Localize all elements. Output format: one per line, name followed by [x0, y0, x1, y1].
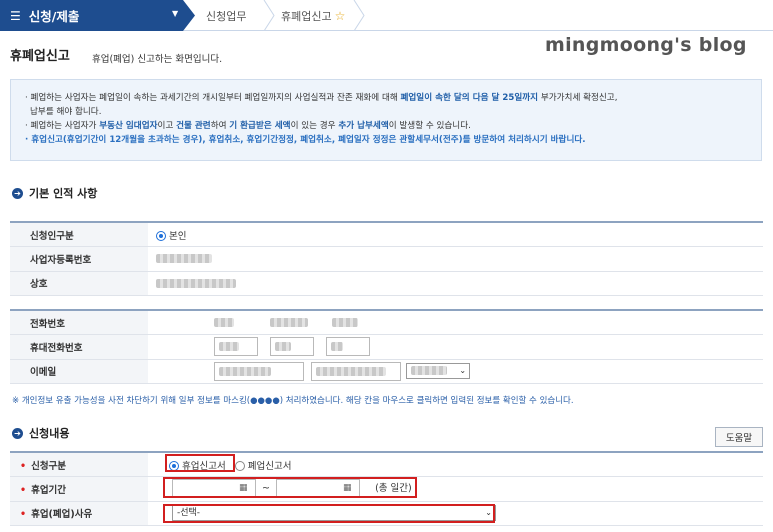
breadcrumb-separator-icon — [263, 0, 275, 31]
table-row: • 신청구분 휴업신고서 폐업신고서 — [10, 452, 763, 478]
menu-label: 신청/제출 — [28, 9, 80, 24]
email-inputs[interactable]: ⌄ — [148, 359, 763, 385]
table-row: 전화번호 — [10, 310, 763, 336]
radio-unselected-icon[interactable] — [234, 461, 245, 472]
apply-section-header: ➔ 신청내용 — [12, 425, 69, 441]
notice-line-1: · 폐업하는 사업자는 폐업일이 속하는 과세기간의 개시일부터 폐업일까지의 … — [25, 93, 618, 103]
contact-info-table: 전화번호 휴대전화번호 이메일 ⌄ — [10, 309, 763, 385]
company-name-value — [148, 271, 763, 297]
breadcrumb-apply-work[interactable]: 신청업무 — [206, 0, 246, 31]
email-label: 이메일 — [10, 359, 148, 385]
mobile-label: 휴대전화번호 — [10, 334, 148, 360]
table-row: 사업자등록번호 — [10, 246, 763, 272]
highlight-box-period — [163, 477, 417, 498]
option-closure-perm[interactable]: 폐업신고서 — [234, 461, 291, 472]
top-navigation-bar: ☰ 신청/제출 ▼ 신청업무 휴폐업신고 ☆ — [0, 0, 773, 31]
table-row: 신청인구분 본인 — [10, 222, 763, 248]
reason-label: • 휴업(폐업)사유 — [10, 501, 148, 527]
mobile-inputs[interactable] — [148, 334, 763, 360]
notice-line-4: · 휴업신고(휴업기간이 12개월을 초과하는 경우), 휴업취소, 휴업기간정… — [25, 135, 586, 145]
mobile-field-1[interactable] — [214, 337, 258, 357]
notice-line-3: · 폐업하는 사업자가 부동산 임대업자이고 건물 관련하여 기 환급받은 세액… — [25, 121, 471, 131]
business-number-label: 사업자등록번호 — [10, 246, 148, 272]
email-domain-field[interactable] — [311, 361, 402, 381]
highlight-box-reason — [163, 504, 495, 523]
section-bullet-icon: ➔ — [12, 187, 23, 199]
phone-inputs[interactable] — [148, 310, 763, 336]
main-menu-button[interactable]: ☰ 신청/제출 ▼ — [0, 0, 195, 31]
email-domain-select[interactable]: ⌄ — [406, 363, 471, 380]
applicant-type-value[interactable]: 본인 — [148, 222, 763, 248]
blog-watermark: mingmoong's blog — [545, 34, 747, 56]
highlight-box-type — [165, 454, 235, 472]
phone-label: 전화번호 — [10, 310, 148, 336]
table-row: 이메일 ⌄ — [10, 359, 763, 385]
applicant-type-label: 신청인구분 — [10, 222, 148, 248]
email-id-field[interactable] — [214, 361, 304, 381]
page-title: 휴폐업신고 — [10, 49, 70, 64]
notice-box: · 폐업하는 사업자는 폐업일이 속하는 과세기간의 개시일부터 폐업일까지의 … — [10, 79, 762, 161]
apply-type-label: • 신청구분 — [10, 452, 148, 478]
radio-self-icon[interactable] — [156, 231, 166, 242]
breadcrumb-separator-icon — [353, 0, 365, 31]
help-button[interactable]: 도움말 — [715, 427, 763, 447]
table-row: 상호 — [10, 271, 763, 297]
table-row: 휴대전화번호 — [10, 334, 763, 360]
period-label: • 휴업기간 — [10, 476, 148, 502]
basic-info-section-header: ➔ 기본 인적 사항 — [12, 185, 97, 201]
chevron-down-icon: ⌄ — [459, 366, 467, 376]
apply-type-options[interactable]: 휴업신고서 폐업신고서 — [148, 452, 763, 478]
breadcrumb-closure-report[interactable]: 휴폐업신고 ☆ — [281, 0, 345, 31]
favorite-star-icon[interactable]: ☆ — [335, 9, 346, 23]
mobile-field-2[interactable] — [270, 337, 315, 357]
notice-line-2: 납부를 해야 합니다. — [30, 107, 102, 117]
business-number-value — [148, 246, 763, 272]
section-bullet-icon: ➔ — [12, 427, 23, 439]
basic-info-table: 신청인구분 본인 사업자등록번호 상호 — [10, 221, 763, 297]
mobile-field-3[interactable] — [326, 337, 371, 357]
company-name-label: 상호 — [10, 271, 148, 297]
page-subtitle: 휴업(폐업) 신고하는 화면입니다. — [92, 54, 223, 65]
dropdown-arrow-icon[interactable]: ▼ — [172, 9, 178, 18]
hamburger-icon: ☰ — [10, 8, 21, 23]
masking-notice: ※ 개인정보 유출 가능성을 사전 차단하기 위해 일부 정보를 마스킹(●●●… — [12, 396, 574, 406]
